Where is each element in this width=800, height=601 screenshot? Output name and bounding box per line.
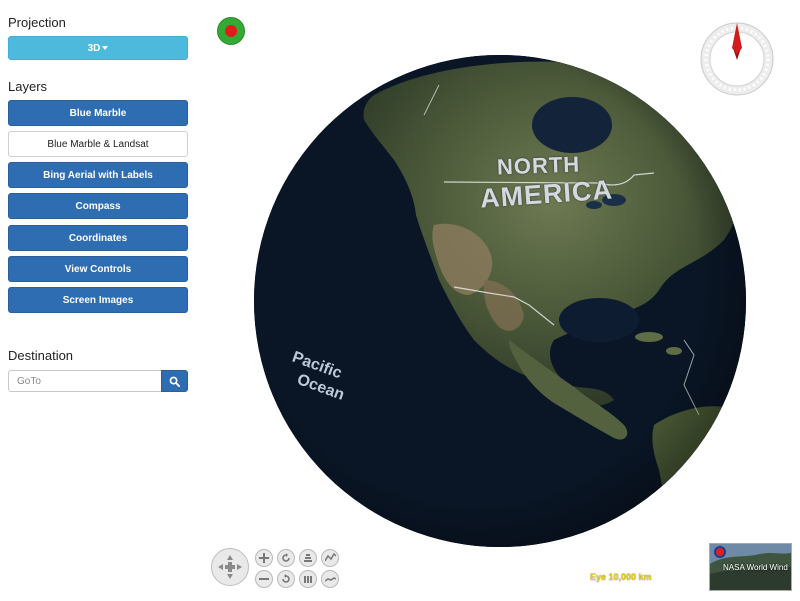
minus-glyph (259, 578, 269, 580)
zoom-out-icon[interactable] (255, 570, 273, 588)
rotate-reset-icon[interactable] (277, 570, 295, 588)
layer-screen-images-button[interactable]: Screen Images (8, 287, 188, 313)
tilt-down-glyph (304, 576, 312, 583)
plus-glyph (259, 553, 269, 563)
projection-value: 3D (87, 42, 101, 54)
search-icon (169, 376, 180, 387)
exaggeration-up-icon[interactable] (321, 549, 339, 567)
pan-arrows (218, 555, 242, 579)
tilt-up-icon[interactable] (299, 549, 317, 567)
goto-search-button[interactable] (161, 370, 188, 392)
layers-title: Layers (8, 79, 48, 94)
layer-compass-button[interactable]: Compass (8, 193, 188, 219)
projection-dropdown[interactable]: 3D (8, 36, 188, 60)
zoom-in-icon[interactable] (255, 549, 273, 567)
nasa-logo-text: NASA World Wind (723, 563, 788, 572)
projection-title: Projection (8, 15, 66, 30)
reset-glyph (282, 574, 290, 583)
compass-rose (700, 22, 774, 96)
globe-view[interactable]: NORTH AMERICA Pacific Ocean (254, 55, 746, 547)
mountain-up-glyph (324, 553, 336, 562)
tilt-up-glyph (304, 554, 312, 562)
compass-icon[interactable] (698, 20, 776, 98)
layer-view-controls-button[interactable]: View Controls (8, 256, 188, 282)
globe-map (254, 55, 746, 547)
eye-altitude-readout: Eye 10,000 km (590, 572, 652, 582)
goto-input[interactable] (8, 370, 162, 392)
pan-control-icon[interactable] (211, 548, 249, 586)
mountain-down-glyph (324, 577, 336, 582)
tilt-down-icon[interactable] (299, 570, 317, 588)
rotate-icon[interactable] (277, 549, 295, 567)
view-controls (208, 546, 343, 590)
nasa-world-wind-logo[interactable]: NASA World Wind (709, 543, 792, 591)
layer-bing-aerial-button[interactable]: Bing Aerial with Labels (8, 162, 188, 188)
caret-down-icon (102, 46, 109, 50)
layer-blue-marble-button[interactable]: Blue Marble (8, 100, 188, 126)
label-north: NORTH (496, 151, 581, 180)
layer-blue-marble-landsat-button[interactable]: Blue Marble & Landsat (8, 131, 188, 157)
rotate-glyph (282, 553, 290, 562)
exaggeration-down-icon[interactable] (321, 570, 339, 588)
layer-coordinates-button[interactable]: Coordinates (8, 225, 188, 251)
destination-title: Destination (8, 348, 74, 363)
crosshair-icon[interactable] (217, 17, 245, 45)
